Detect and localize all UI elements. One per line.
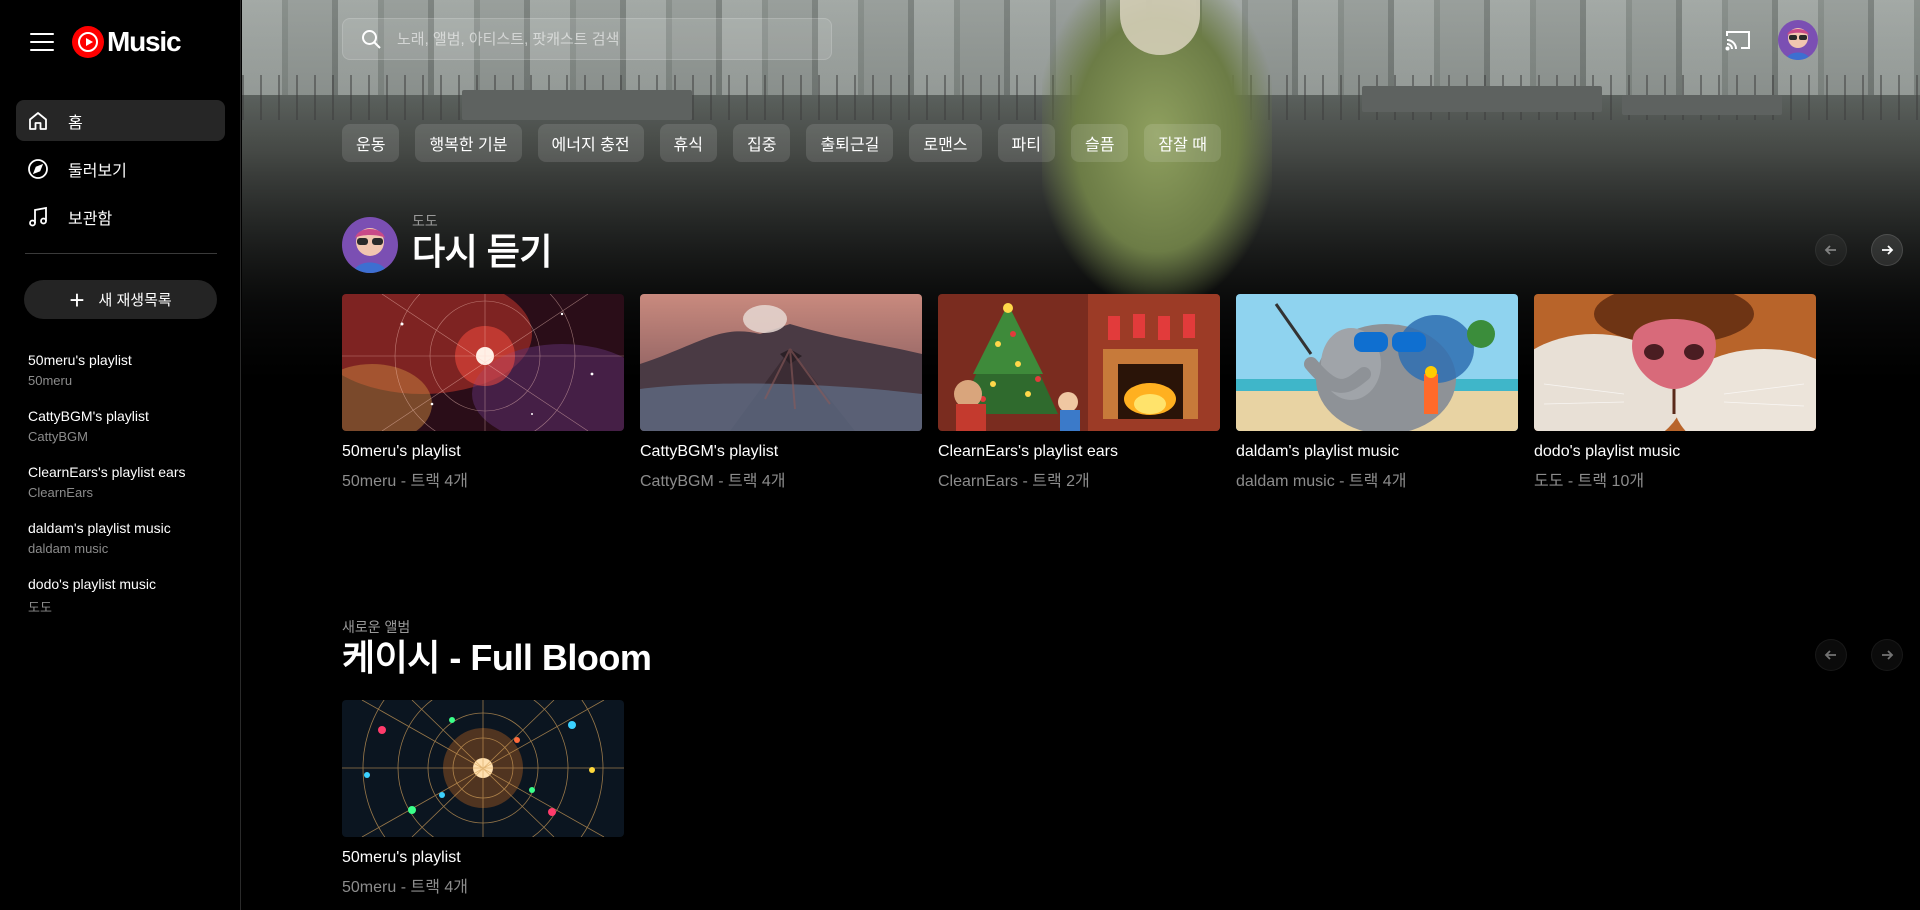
chip-happy[interactable]: 행복한 기분 [415,124,522,162]
playlist-owner: CattyBGM [28,429,88,444]
arrow-right-icon [1882,650,1894,660]
playlist-card[interactable]: daldam's playlist music daldam music - 트… [1236,294,1518,491]
sidebar-divider [25,253,217,254]
playlist-card[interactable]: 50meru's playlist 50meru - 트랙 4개 [342,294,624,491]
account-avatar[interactable] [1778,20,1818,60]
plus-icon: + [69,284,85,315]
card-title: daldam's playlist music [1236,443,1400,460]
new-playlist-label: 새 재생목록 [98,292,172,309]
search-input[interactable] [397,30,797,48]
search-bar[interactable] [342,18,832,60]
card-title: CattyBGM's playlist [640,443,779,460]
search-icon [362,30,381,49]
sidebar-item-library[interactable]: 보관함 [16,196,225,237]
chip-party[interactable]: 파티 [997,124,1055,162]
new-album-row: 50meru's playlist 50meru - 트랙 4개 [342,700,640,897]
scroll-left-button[interactable] [1815,639,1847,671]
arrow-right-icon [1882,245,1894,255]
playlist-owner: 도도 [28,600,52,615]
sidebar-item-label: 보관함 [68,210,113,228]
home-icon [29,111,47,130]
card-thumbnail-nebula [342,294,624,431]
playlist-title: ClearnEars's playlist ears [28,464,186,480]
listen-again-header: 도도 다시 듣기 [342,211,552,273]
card-thumbnail-elephant [1236,294,1518,431]
playlist-card[interactable]: 50meru's playlist 50meru - 트랙 4개 [342,700,624,897]
scroll-left-button[interactable] [1815,234,1847,266]
arrow-left-icon [1824,650,1836,660]
scroll-right-button[interactable] [1871,234,1903,266]
sidebar-playlist-item[interactable]: dodo's playlist music 도도 [28,576,228,632]
logo-text: Music [107,26,182,57]
section-subtitle: 도도 [412,213,438,229]
chip-romance[interactable]: 로맨스 [909,124,982,162]
playlist-owner: ClearnEars [28,485,94,500]
chip-sad[interactable]: 슬픔 [1070,124,1129,162]
sidebar-playlist-item[interactable]: daldam's playlist music daldam music [28,520,228,576]
card-thumbnail-christmas [938,294,1220,431]
chip-focus[interactable]: 집중 [733,124,791,162]
menu-icon[interactable] [30,33,54,51]
sidebar-item-label: 홈 [68,114,83,132]
card-thumbnail-volcano [640,294,922,431]
card-title: 50meru's playlist [342,849,461,866]
new-playlist-button[interactable]: + 새 재생목록 [24,280,217,319]
new-album-header: 새로운 앨범 케이시 - Full Bloom [342,617,652,679]
playlist-title: daldam's playlist music [28,520,171,536]
sidebar-item-home[interactable]: 홈 [16,100,225,141]
card-thumbnail-cat-nose [1534,294,1816,431]
section-title: 다시 듣기 [412,231,552,272]
sidebar-nav: 홈 둘러보기 보관함 [16,100,225,244]
chip-energize[interactable]: 에너지 충전 [537,124,644,162]
chip-commute[interactable]: 출퇴근길 [806,124,894,162]
chip-workout[interactable]: 운동 [342,124,400,162]
section-subtitle: 새로운 앨범 [342,619,411,635]
sidebar-item-label: 둘러보기 [68,162,127,180]
playlist-title: dodo's playlist music [28,576,156,592]
user-avatar[interactable] [342,217,398,273]
card-subtitle: 50meru - 트랙 4개 [342,879,468,896]
card-title: ClearnEars's playlist ears [938,443,1119,460]
playlist-card[interactable]: ClearnEars's playlist ears ClearnEars - … [938,294,1220,491]
listen-again-row: 50meru's playlist 50meru - 트랙 4개 CattyBG… [342,294,1832,491]
card-thumbnail-constellation [342,700,624,837]
sidebar: Music 홈 둘러보기 보관함 + 새 재생목록 50meru's playl… [0,0,241,910]
arrow-left-icon [1824,245,1836,255]
card-subtitle: CattyBGM - 트랙 4개 [640,473,786,490]
card-subtitle: ClearnEars - 트랙 2개 [938,473,1090,490]
card-title: 50meru's playlist [342,443,461,460]
playlist-title: CattyBGM's playlist [28,408,149,424]
compass-icon [28,158,48,179]
chip-sleep[interactable]: 잠잘 때 [1144,124,1222,162]
sidebar-playlist-item[interactable]: CattyBGM's playlist CattyBGM [28,408,228,464]
youtube-music-logo[interactable]: Music [72,26,182,58]
play-logo-icon [72,26,104,58]
card-subtitle: 도도 - 트랙 10개 [1534,473,1645,490]
section-title: 케이시 - Full Bloom [342,637,652,678]
mood-chips: 운동 행복한 기분 에너지 충전 휴식 집중 출퇴근길 로맨스 파티 슬픔 잠잘… [342,124,1237,162]
logo-row: Music [30,25,182,59]
playlist-title: 50meru's playlist [28,352,132,368]
playlist-card[interactable]: CattyBGM's playlist CattyBGM - 트랙 4개 [640,294,922,491]
card-title: dodo's playlist music [1534,443,1681,460]
sidebar-playlists: 50meru's playlist 50meru CattyBGM's play… [28,352,228,632]
playlist-owner: 50meru [28,373,73,388]
playlist-card[interactable]: dodo's playlist music 도도 - 트랙 10개 [1534,294,1816,491]
music-note-icon [29,206,47,226]
sidebar-playlist-item[interactable]: 50meru's playlist 50meru [28,352,228,408]
cast-icon[interactable] [1725,28,1751,52]
card-subtitle: 50meru - 트랙 4개 [342,473,468,490]
card-subtitle: daldam music - 트랙 4개 [1236,473,1407,490]
scroll-right-button[interactable] [1871,639,1903,671]
sidebar-item-explore[interactable]: 둘러보기 [16,148,225,189]
sidebar-playlist-item[interactable]: ClearnEars's playlist ears ClearnEars [28,464,228,520]
playlist-owner: daldam music [28,541,109,556]
chip-relax[interactable]: 휴식 [659,124,717,162]
main-content: 운동 행복한 기분 에너지 충전 휴식 집중 출퇴근길 로맨스 파티 슬픔 잠잘… [242,0,1920,910]
